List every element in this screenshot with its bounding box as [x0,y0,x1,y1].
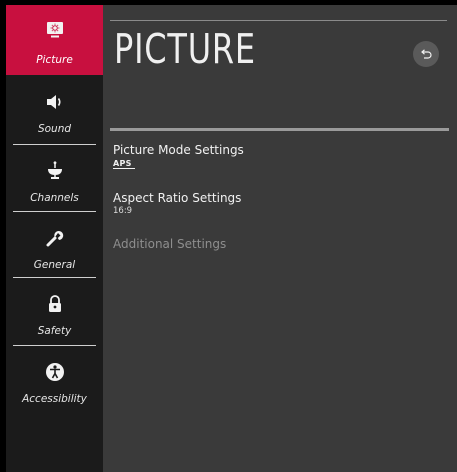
panel-section-divider [110,128,449,131]
antenna-dish-icon [6,160,103,182]
sidebar-item-picture[interactable]: Picture [6,5,103,75]
sidebar-item-label: Picture [36,54,73,66]
menu-item-label: Additional Settings [113,237,227,251]
picture-settings-icon [6,19,103,41]
sidebar-item-label: Safety [37,325,72,337]
sidebar-item-label: General [33,259,76,271]
page-title: PICTURE [114,25,256,73]
settings-sidebar: Picture Sound Channels General Safety Ac… [6,5,103,472]
back-arrow-icon [420,48,432,60]
wrench-icon [6,227,103,249]
panel-top-divider [110,20,447,21]
menu-item-picture-mode-settings[interactable]: Picture Mode Settings APS [113,143,244,170]
menu-item-aspect-ratio-settings[interactable]: Aspect Ratio Settings 16:9 [113,191,241,216]
sidebar-item-general[interactable]: General [6,213,103,281]
menu-item-label: Aspect Ratio Settings [113,191,242,205]
sidebar-item-label: Channels [30,192,79,204]
menu-item-value: 16:9 [113,206,133,216]
sidebar-item-accessibility[interactable]: Accessibility [6,347,103,415]
sidebar-divider [13,211,96,212]
sidebar-divider [13,345,96,346]
aps-badge: APS [113,159,143,170]
sidebar-divider [13,144,96,145]
back-button[interactable] [413,41,439,67]
sidebar-divider [13,277,96,278]
lock-icon [6,293,103,315]
menu-item-additional-settings[interactable]: Additional Settings [113,237,226,251]
picture-settings-panel: PICTURE Picture Mode Settings APS Aspect… [103,5,457,472]
aps-badge-underline [113,168,135,169]
sidebar-item-label: Sound [37,123,72,135]
sidebar-item-sound[interactable]: Sound [6,77,103,145]
speaker-icon [6,91,103,113]
accessibility-icon [6,361,103,383]
sidebar-item-channels[interactable]: Channels [6,146,103,214]
tv-settings-screen: Picture Sound Channels General Safety Ac… [0,0,457,472]
menu-item-label: Picture Mode Settings [113,143,244,157]
sidebar-item-safety[interactable]: Safety [6,279,103,347]
sidebar-item-label: Accessibility [22,393,87,405]
